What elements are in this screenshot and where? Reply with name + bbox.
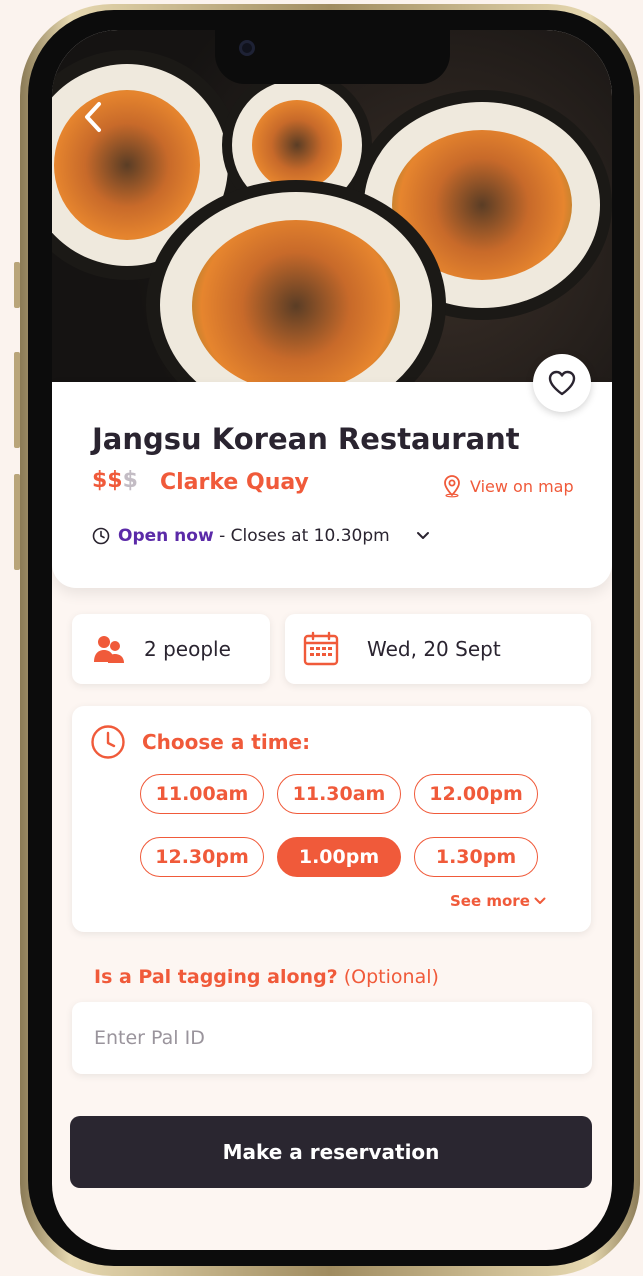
closing-time: - Closes at 10.30pm xyxy=(213,526,390,546)
front-camera xyxy=(239,40,255,56)
expand-hours-button[interactable] xyxy=(416,531,430,541)
party-size-value: 2 people xyxy=(144,637,231,661)
heart-icon xyxy=(548,370,576,396)
choose-time-label: Choose a time: xyxy=(142,730,311,754)
time-slot[interactable]: 1.30pm xyxy=(414,837,538,877)
notch xyxy=(215,30,450,84)
date-selector[interactable]: Wed, 20 Sept xyxy=(285,614,591,684)
party-size-selector[interactable]: 2 people xyxy=(72,614,270,684)
restaurant-info-card: Jangsu Korean Restaurant $$$ Clarke Quay… xyxy=(52,382,612,588)
date-value: Wed, 20 Sept xyxy=(367,637,501,661)
back-icon xyxy=(85,102,101,132)
view-on-map-label: View on map xyxy=(470,476,574,496)
time-slot[interactable]: 11.30am xyxy=(277,774,401,814)
pal-question: Is a Pal tagging along? (Optional) xyxy=(94,966,439,988)
opening-hours: Open now - Closes at 10.30pm xyxy=(92,526,430,546)
time-picker-card: Choose a time: 11.00am 11.30am 12.00pm 1… xyxy=(72,706,591,932)
volume-down-button xyxy=(14,474,20,570)
see-more-times-link[interactable]: See more xyxy=(450,892,546,910)
see-more-label: See more xyxy=(450,892,530,910)
pal-question-main: Is a Pal tagging along? xyxy=(94,966,338,988)
view-on-map-link[interactable]: View on map xyxy=(440,474,574,498)
pal-question-optional: (Optional) xyxy=(337,966,439,988)
people-icon xyxy=(94,636,124,663)
app-screen: Jangsu Korean Restaurant $$$ Clarke Quay… xyxy=(52,30,612,1250)
price-inactive: $ xyxy=(122,468,138,493)
chevron-down-icon xyxy=(416,532,429,539)
volume-up-button xyxy=(14,352,20,448)
time-slot[interactable]: 12.00pm xyxy=(414,774,538,814)
price-level: $$$ xyxy=(92,468,138,493)
open-status: Open now xyxy=(118,526,214,546)
back-button[interactable] xyxy=(76,100,110,134)
time-slot[interactable]: 11.00am xyxy=(140,774,264,814)
time-slot-selected[interactable]: 1.00pm xyxy=(277,837,401,877)
mute-switch xyxy=(14,262,20,308)
pal-id-input[interactable] xyxy=(72,1002,592,1074)
time-slot[interactable]: 12.30pm xyxy=(140,837,264,877)
clock-icon xyxy=(92,527,110,545)
make-reservation-button[interactable]: Make a reservation xyxy=(70,1116,592,1188)
map-pin-icon xyxy=(444,475,460,498)
price-active: $$ xyxy=(92,468,123,493)
favorite-button[interactable] xyxy=(533,354,591,412)
chevron-down-icon xyxy=(534,897,546,904)
calendar-icon xyxy=(303,631,339,666)
restaurant-location: Clarke Quay xyxy=(160,470,309,495)
restaurant-name: Jangsu Korean Restaurant xyxy=(92,422,520,456)
clock-icon xyxy=(91,725,125,759)
